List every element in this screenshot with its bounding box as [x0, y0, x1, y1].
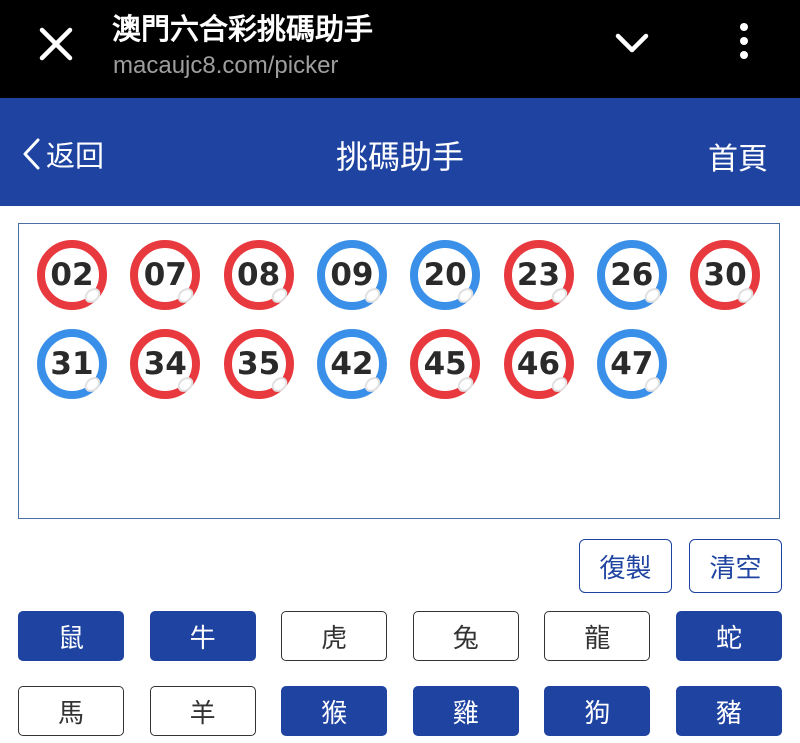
- number-ball-02[interactable]: 02: [37, 240, 107, 310]
- zodiac-button-8[interactable]: 猴: [281, 686, 388, 736]
- number-ball-30[interactable]: 30: [690, 240, 761, 310]
- browser-url[interactable]: macaujc8.com/picker: [113, 52, 338, 80]
- zodiac-button-7[interactable]: 羊: [149, 686, 256, 736]
- browser-page-title: 澳門六合彩挑碼助手: [112, 12, 374, 46]
- expand-button[interactable]: [610, 26, 654, 62]
- number-ball-45[interactable]: 45: [410, 329, 481, 399]
- number-ball-47[interactable]: 47: [596, 329, 667, 399]
- browser-top-bar: 澳門六合彩挑碼助手 macaujc8.com/picker: [0, 0, 800, 98]
- number-ball-23[interactable]: 23: [503, 240, 574, 310]
- number-ball-42[interactable]: 42: [316, 329, 387, 399]
- zodiac-button-11[interactable]: 豬: [676, 686, 782, 736]
- close-button[interactable]: [36, 24, 76, 64]
- close-icon: [39, 27, 73, 61]
- picked-numbers-panel: 02 07 08 09 20 23 26 30 31 34 35 42 45 46 47: [18, 223, 780, 519]
- number-ball-08[interactable]: 08: [223, 240, 294, 310]
- zodiac-button-9[interactable]: 雞: [412, 686, 519, 736]
- number-ball-26[interactable]: 26: [596, 240, 667, 310]
- app-header: 返回 挑碼助手 首頁: [0, 98, 800, 206]
- zodiac-button-2[interactable]: 虎: [281, 611, 388, 661]
- number-ball-31[interactable]: 31: [37, 329, 107, 399]
- number-ball-34[interactable]: 34: [130, 329, 201, 399]
- zodiac-button-1[interactable]: 牛: [149, 611, 256, 661]
- zodiac-button-0[interactable]: 鼠: [18, 611, 124, 661]
- zodiac-button-10[interactable]: 狗: [544, 686, 651, 736]
- more-vertical-icon: [740, 23, 748, 59]
- number-ball-46[interactable]: 46: [503, 329, 574, 399]
- copy-button[interactable]: 復製: [579, 539, 672, 593]
- number-ball-35[interactable]: 35: [223, 329, 294, 399]
- zodiac-button-5[interactable]: 蛇: [676, 611, 782, 661]
- page-title: 挑碼助手: [335, 138, 464, 176]
- home-button[interactable]: 首頁: [708, 134, 768, 178]
- number-ball-09[interactable]: 09: [316, 240, 387, 310]
- zodiac-button-3[interactable]: 兔: [412, 611, 519, 661]
- zodiac-button-6[interactable]: 馬: [18, 686, 124, 736]
- zodiac-button-4[interactable]: 龍: [544, 611, 651, 661]
- number-ball-20[interactable]: 20: [410, 240, 481, 310]
- chevron-down-icon: [615, 33, 649, 53]
- more-options-button[interactable]: [730, 20, 758, 64]
- clear-button[interactable]: 清空: [689, 539, 782, 593]
- number-ball-07[interactable]: 07: [130, 240, 201, 310]
